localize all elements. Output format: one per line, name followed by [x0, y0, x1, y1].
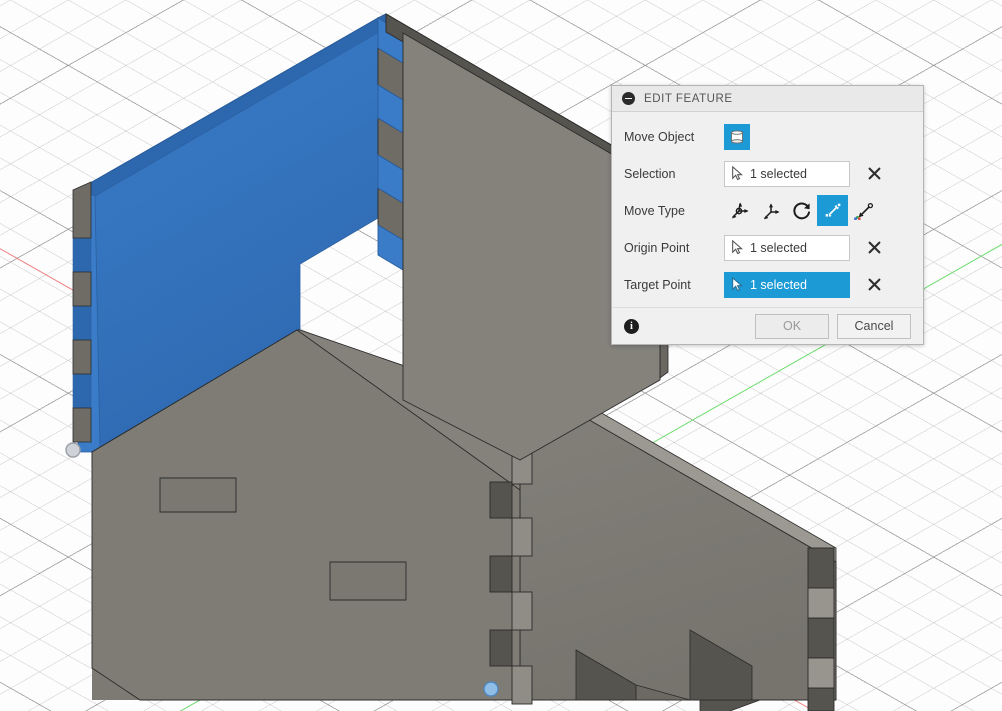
origin-point-field[interactable]: 1 selected [724, 234, 850, 261]
row-selection: Selection 1 selected [612, 155, 923, 192]
origin-point-value: 1 selected [750, 240, 807, 255]
translate-icon[interactable] [755, 195, 786, 226]
cancel-button[interactable]: Cancel [837, 313, 911, 339]
origin-point-label: Origin Point [624, 240, 690, 255]
move-type-button-group [724, 195, 879, 226]
row-move-object: Move Object [612, 118, 923, 155]
left-wall-finger-joints [377, 17, 404, 271]
row-origin-point: Origin Point 1 selected [612, 229, 923, 266]
translate-glyph [763, 202, 779, 219]
selection-field[interactable]: 1 selected [724, 160, 850, 187]
rotate-icon[interactable] [786, 195, 817, 226]
body-cylinder-icon [731, 129, 743, 144]
far-right-corner-finger-joints [807, 547, 835, 711]
collapse-icon[interactable] [622, 92, 635, 105]
close-icon [868, 241, 880, 254]
target-point-marker[interactable] [483, 681, 499, 697]
dialog-title: EDIT FEATURE [644, 92, 733, 105]
target-point-field[interactable]: 1 selected [724, 271, 850, 298]
point-to-position-icon[interactable] [848, 195, 879, 226]
free-move-icon[interactable] [724, 195, 755, 226]
point-to-point-icon[interactable] [817, 195, 848, 226]
cursor-arrow-icon [732, 166, 743, 181]
close-icon [868, 278, 880, 291]
cursor-arrow-icon [732, 240, 743, 255]
selection-clear-button[interactable] [866, 166, 882, 182]
origin-point-marker[interactable] [65, 442, 81, 458]
row-target-point: Target Point 1 selected [612, 266, 923, 303]
dialog-header[interactable]: EDIT FEATURE [612, 86, 923, 112]
rotate-glyph [792, 201, 810, 219]
row-move-type: Move Type [612, 192, 923, 229]
target-point-clear-button[interactable] [866, 277, 882, 293]
move-object-label: Move Object [624, 129, 695, 144]
move-object-body-toggle[interactable] [724, 123, 750, 150]
move-type-label: Move Type [624, 203, 685, 218]
selection-label: Selection [624, 166, 676, 181]
point-to-position-glyph [853, 202, 873, 220]
free-move-glyph [731, 202, 748, 218]
info-icon[interactable]: i [624, 318, 639, 334]
dialog-body: Move Object Selection 1 selected Move Ty… [612, 112, 923, 307]
point-to-point-glyph [824, 202, 841, 218]
selection-value: 1 selected [750, 166, 807, 181]
target-point-value: 1 selected [750, 277, 807, 292]
origin-point-clear-button[interactable] [866, 240, 882, 256]
dialog-footer: i OK Cancel [612, 307, 923, 344]
cursor-arrow-icon [732, 277, 743, 292]
close-icon [868, 167, 880, 180]
edit-feature-dialog[interactable]: EDIT FEATURE Move Object Selection 1 sel… [611, 85, 924, 345]
ok-button[interactable]: OK [755, 313, 829, 339]
target-point-label: Target Point [624, 277, 691, 292]
